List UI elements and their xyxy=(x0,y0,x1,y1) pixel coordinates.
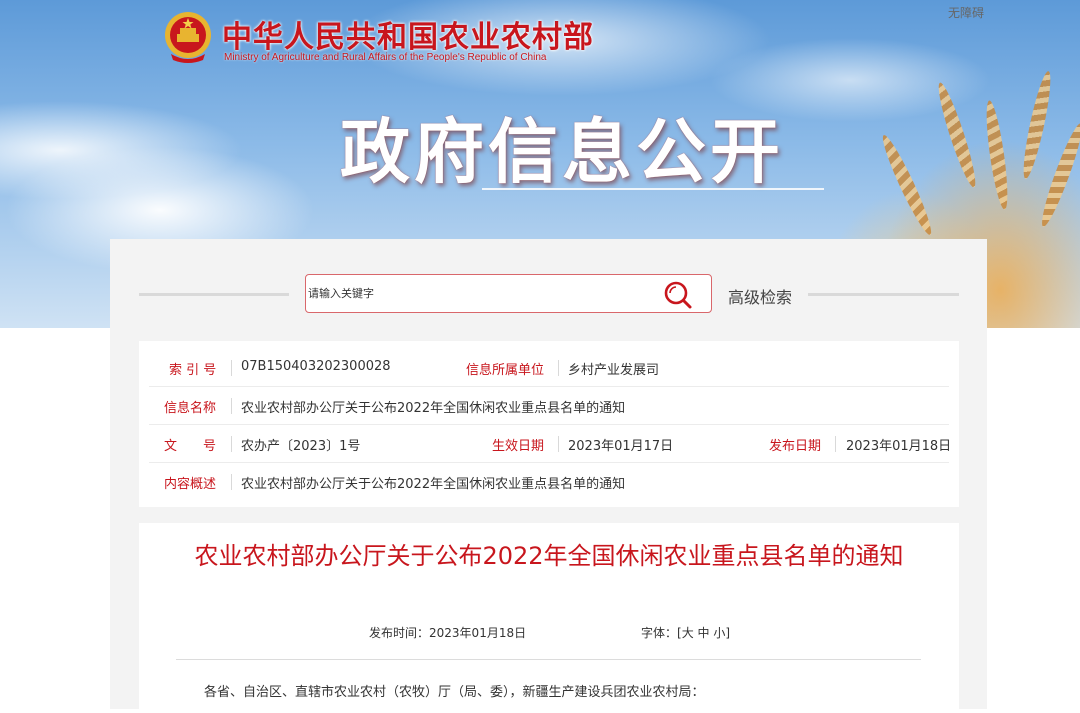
font-size-label: 字体： xyxy=(641,626,678,640)
page-title: 政府信息公开 xyxy=(340,111,784,193)
info-table: 索 引 号 07B150403202300028 信息所属单位 乡村产业发展司 … xyxy=(139,341,959,507)
summary-label: 内容概述 xyxy=(164,477,217,492)
search-input[interactable] xyxy=(306,275,648,312)
summary-value: 农业农村部办公厅关于公布2022年全国休闲农业重点县名单的通知 xyxy=(241,477,626,492)
title-underline xyxy=(482,188,824,190)
org-name-en[interactable]: Ministry of Agriculture and Rural Affair… xyxy=(224,52,546,63)
font-size-control: 字体：[大 中 小] xyxy=(641,624,730,641)
info-row-summary: 内容概述 农业农村部办公厅关于公布2022年全国休闲农业重点县名单的通知 xyxy=(149,463,949,500)
advanced-search-link[interactable]: 高级检索 xyxy=(728,284,792,308)
name-value: 农业农村部办公厅关于公布2022年全国休闲农业重点县名单的通知 xyxy=(241,401,626,416)
article-divider xyxy=(176,659,921,660)
article-title: 农业农村部办公厅关于公布2022年全国休闲农业重点县名单的通知 xyxy=(194,542,904,570)
info-row-name: 信息名称 农业农村部办公厅关于公布2022年全国休闲农业重点县名单的通知 xyxy=(149,387,949,425)
unit-value: 乡村产业发展司 xyxy=(568,363,660,378)
search-icon[interactable] xyxy=(662,279,694,311)
national-emblem-icon xyxy=(165,12,211,63)
name-label: 信息名称 xyxy=(164,401,217,416)
index-value: 07B150403202300028 xyxy=(241,359,391,374)
publish-date-value: 2023年01月18日 xyxy=(846,439,952,454)
publish-date-label: 发布日期 xyxy=(769,439,822,454)
font-large-button[interactable]: 大 xyxy=(682,626,694,640)
font-medium-button[interactable]: 中 xyxy=(698,626,710,640)
doc-number-label: 文 号 xyxy=(164,439,217,454)
font-small-button[interactable]: 小 xyxy=(713,626,725,640)
font-bracket-close: ] xyxy=(725,626,731,640)
article-salutation: 各省、自治区、直辖市农业农村（农牧）厅（局、委），新疆生产建设兵团农业农村局： xyxy=(204,685,705,700)
search-box xyxy=(305,274,712,313)
publish-time-value: 2023年01月18日 xyxy=(429,626,527,640)
effective-date-label: 生效日期 xyxy=(492,439,545,454)
index-label: 索 引 号 xyxy=(169,363,217,378)
publish-time-label: 发布时间： xyxy=(369,626,430,640)
effective-date-value: 2023年01月17日 xyxy=(568,439,674,454)
accessibility-link[interactable]: 无障碍 xyxy=(948,4,984,21)
publish-time: 发布时间：2023年01月18日 xyxy=(369,624,526,641)
info-row-doc: 文 号 农办产〔2023〕1号 生效日期 2023年01月17日 发布日期 20… xyxy=(149,425,952,463)
doc-number-value: 农办产〔2023〕1号 xyxy=(241,439,361,454)
org-name-cn[interactable]: 中华人民共和国农业农村部 xyxy=(222,12,594,56)
search-divider-left xyxy=(139,293,289,296)
info-row-index: 索 引 号 07B150403202300028 信息所属单位 乡村产业发展司 xyxy=(149,349,949,387)
article: 农业农村部办公厅关于公布2022年全国休闲农业重点县名单的通知 发布时间：202… xyxy=(139,523,959,713)
unit-label: 信息所属单位 xyxy=(466,363,545,378)
search-divider-right xyxy=(808,293,959,296)
